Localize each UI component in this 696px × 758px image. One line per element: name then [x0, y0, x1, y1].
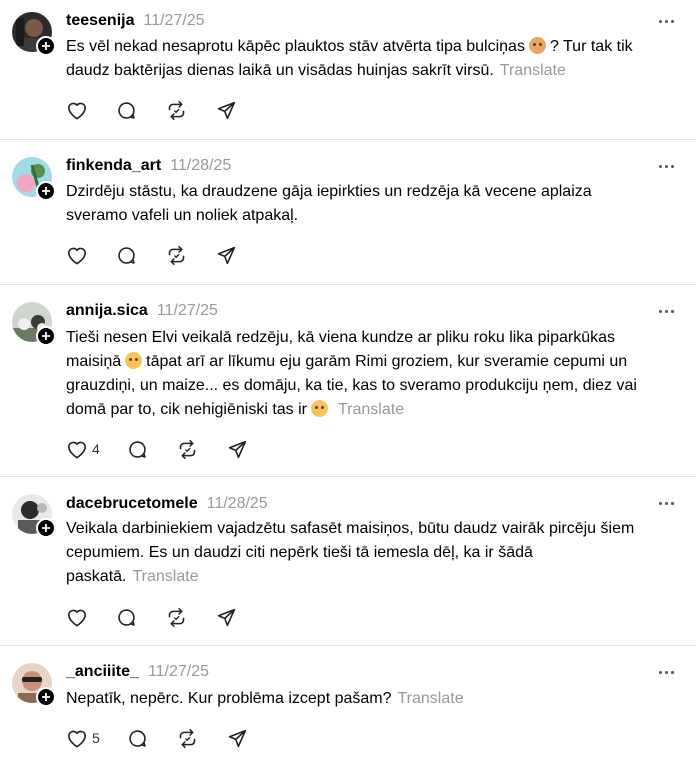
translate-link[interactable]: Translate — [338, 401, 404, 418]
reply-button[interactable] — [116, 98, 166, 122]
repost-button[interactable] — [177, 726, 227, 750]
username[interactable]: finkenda_art — [66, 157, 161, 175]
like-button[interactable] — [66, 98, 116, 122]
like-button[interactable] — [66, 605, 116, 629]
post-header: finkenda_art 11/28/25 — [66, 155, 231, 177]
translate-link[interactable]: Translate — [500, 62, 566, 79]
post-header: _anciiite_ 11/27/25 — [66, 661, 209, 683]
post-text-part: Es vēl nekad nesaprotu kāpēc plauktos st… — [66, 38, 525, 55]
repost-icon — [168, 100, 185, 120]
repost-button[interactable] — [166, 243, 216, 267]
repost-icon — [168, 245, 185, 265]
translate-link[interactable]: Translate — [132, 568, 198, 585]
plus-icon — [42, 524, 50, 532]
share-button[interactable] — [227, 726, 257, 750]
share-button[interactable] — [216, 243, 246, 267]
follow-button[interactable] — [36, 518, 56, 538]
post-text: Es vēl nekad nesaprotu kāpēc plauktos st… — [66, 35, 656, 83]
reply-button[interactable] — [116, 605, 166, 629]
like-count: 5 — [92, 730, 100, 746]
post-header: dacebrucetomele 11/28/25 — [66, 493, 268, 515]
heart-icon — [68, 247, 86, 265]
repost-icon — [179, 728, 196, 748]
post-text: Nepatīk, nepērc. Kur problēma izcept paš… — [66, 687, 656, 711]
reply-button[interactable] — [116, 243, 166, 267]
repost-button[interactable] — [166, 605, 216, 629]
post-actions — [66, 243, 246, 267]
flushed-face-emoji — [125, 352, 143, 369]
post-date[interactable]: 11/28/25 — [207, 495, 268, 513]
share-button[interactable] — [227, 437, 257, 461]
post-actions: 4 — [66, 437, 257, 461]
more-horizontal-icon[interactable] — [659, 495, 674, 511]
post-date[interactable]: 11/27/25 — [148, 663, 209, 681]
post: annija.sica 11/27/25 Tieši nesen Elvi ve… — [0, 285, 696, 476]
more-horizontal-icon[interactable] — [659, 158, 674, 174]
translate-link[interactable]: Translate — [398, 690, 464, 707]
post-date[interactable]: 11/27/25 — [157, 302, 218, 320]
plus-icon — [42, 693, 50, 701]
repost-button[interactable] — [166, 98, 216, 122]
follow-button[interactable] — [36, 181, 56, 201]
post-text-part: Nepatīk, nepērc. Kur problēma izcept paš… — [66, 690, 392, 707]
send-icon — [217, 246, 236, 264]
more-horizontal-icon[interactable] — [659, 13, 674, 29]
post-actions: 5 — [66, 726, 257, 750]
post: _anciiite_ 11/27/25 Nepatīk, nepērc. Kur… — [0, 646, 696, 758]
post-text: Tieši nesen Elvi veikalā redzēju, kā vie… — [66, 326, 656, 422]
post-text: Veikala darbiniekiem vajadzētu safasēt m… — [66, 517, 656, 589]
heart-icon — [68, 102, 86, 120]
send-icon — [217, 608, 236, 626]
comment-icon — [118, 101, 135, 119]
like-button[interactable]: 4 — [66, 437, 127, 461]
username[interactable]: _anciiite_ — [66, 663, 139, 681]
comment-icon — [118, 246, 135, 264]
more-horizontal-icon[interactable] — [659, 303, 674, 319]
post: teesenija 11/27/25 Es vēl nekad nesaprot… — [0, 0, 696, 139]
post-actions — [66, 98, 246, 122]
post: finkenda_art 11/28/25 Dzirdēju stāstu, k… — [0, 140, 696, 284]
follow-button[interactable] — [36, 36, 56, 56]
repost-button[interactable] — [177, 437, 227, 461]
comment-icon — [129, 729, 146, 747]
follow-button[interactable] — [36, 687, 56, 707]
repost-icon — [168, 607, 185, 627]
post-date[interactable]: 11/28/25 — [170, 157, 231, 175]
post-text-part: Dzirdēju stāstu, ka draudzene gāja iepir… — [66, 183, 592, 224]
repost-icon — [179, 439, 196, 459]
reply-button[interactable] — [127, 726, 177, 750]
post: dacebrucetomele 11/28/25 Veikala darbini… — [0, 477, 696, 645]
like-button[interactable]: 5 — [66, 726, 127, 750]
send-icon — [228, 729, 247, 747]
heart-icon — [68, 609, 86, 627]
username[interactable]: teesenija — [66, 12, 134, 30]
more-horizontal-icon[interactable] — [659, 664, 674, 680]
post-header: annija.sica 11/27/25 — [66, 300, 218, 322]
send-icon — [228, 440, 247, 458]
post-actions — [66, 605, 246, 629]
plus-icon — [42, 332, 50, 340]
share-button[interactable] — [216, 98, 246, 122]
share-button[interactable] — [216, 605, 246, 629]
username[interactable]: dacebrucetomele — [66, 495, 198, 513]
username[interactable]: annija.sica — [66, 302, 148, 320]
heart-icon — [68, 441, 86, 459]
plus-icon — [42, 187, 50, 195]
reply-button[interactable] — [127, 437, 177, 461]
plus-icon — [42, 42, 50, 50]
post-header: teesenija 11/27/25 — [66, 10, 205, 32]
comment-icon — [129, 440, 146, 458]
like-button[interactable] — [66, 243, 116, 267]
post-text: Dzirdēju stāstu, ka draudzene gāja iepir… — [66, 180, 656, 228]
comment-icon — [118, 608, 135, 626]
flushed-face-emoji — [311, 400, 328, 417]
sick-face-emoji — [528, 37, 546, 54]
heart-icon — [68, 730, 86, 748]
send-icon — [217, 101, 236, 119]
post-date[interactable]: 11/27/25 — [143, 12, 204, 30]
like-count: 4 — [92, 441, 100, 457]
follow-button[interactable] — [36, 326, 56, 346]
